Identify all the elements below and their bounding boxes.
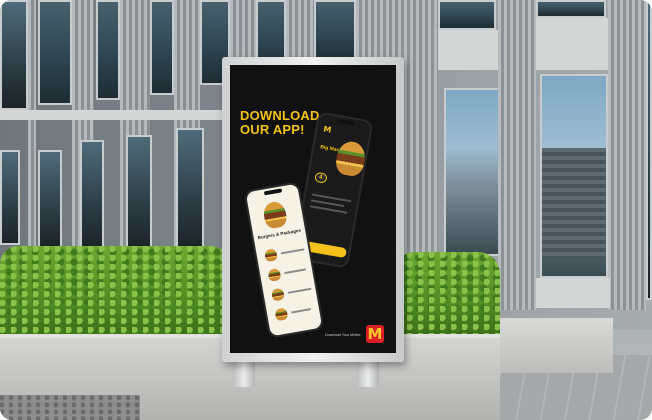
logo-icon: M [322,124,333,135]
window [438,0,496,30]
billboard: DOWNLOAD OUR APP! M Big Mac 4 Burgers & … [222,57,404,362]
menu-item-icon [274,307,289,322]
window [38,150,62,250]
burger-image-icon [261,200,289,230]
burger-image-icon [333,139,368,178]
menu-item-icon [264,248,278,263]
window [150,0,174,95]
size-badge-text: 4 [318,174,323,181]
text-line [284,268,307,275]
window [0,150,20,245]
text-line [291,308,312,314]
poster-footer: Download Your Mcflex [325,333,361,337]
metal-fin [356,0,406,60]
advertisement-poster: DOWNLOAD OUR APP! M Big Mac 4 Burgers & … [230,65,396,353]
window [80,140,104,250]
concrete-planter-side [488,318,613,373]
text-line [287,287,312,294]
menu-item-icon [267,267,282,282]
window-reflection [444,88,500,256]
metal-fin [608,0,646,310]
phone-notch [263,188,283,196]
ledge [536,278,610,308]
window [0,0,28,110]
mcdonalds-logo-icon: M [366,325,384,343]
window [314,0,356,65]
gravel [0,395,140,420]
menu-item-icon [270,287,285,302]
window [38,0,72,105]
window [536,0,606,18]
window [176,128,204,250]
metal-fin [28,0,36,250]
ledge [438,30,498,70]
text-line [280,248,305,255]
product-heading: Big Mac [319,144,340,154]
metal-fin [498,0,536,310]
reflected-building [542,148,606,258]
window [126,135,152,250]
menu-heading: Burgers & Packages [257,227,302,241]
ledge [0,110,225,120]
phone-notch [336,118,356,126]
ledge [536,18,608,70]
window [646,0,652,300]
photo-frame: DOWNLOAD OUR APP! M Big Mac 4 Burgers & … [0,0,652,420]
window [96,0,120,100]
size-badge: 4 [314,171,328,184]
